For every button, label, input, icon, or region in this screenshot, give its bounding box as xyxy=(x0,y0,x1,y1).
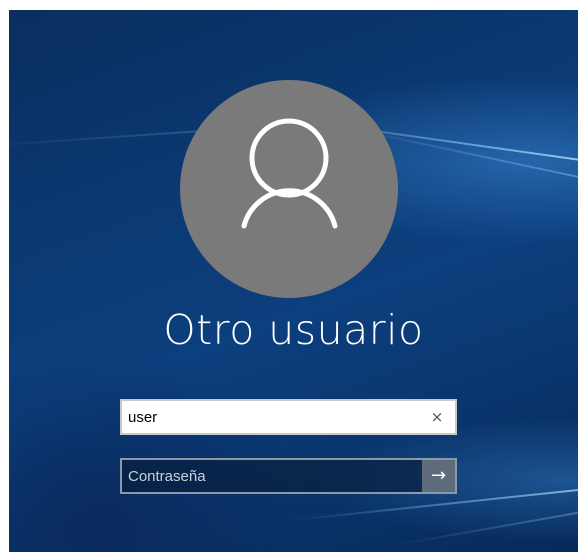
password-input[interactable] xyxy=(128,460,418,492)
light-beam xyxy=(390,510,578,547)
lock-screen-background: Otro usuario × → xyxy=(9,10,578,552)
user-display-name: Otro usuario xyxy=(163,306,424,354)
username-field-box: × xyxy=(120,399,457,435)
password-field-box: → xyxy=(120,458,457,494)
username-input[interactable] xyxy=(128,401,418,433)
user-silhouette-icon xyxy=(241,118,338,229)
arrow-right-icon[interactable]: → xyxy=(422,460,455,492)
avatar xyxy=(180,80,398,298)
clear-icon[interactable]: × xyxy=(425,401,449,433)
